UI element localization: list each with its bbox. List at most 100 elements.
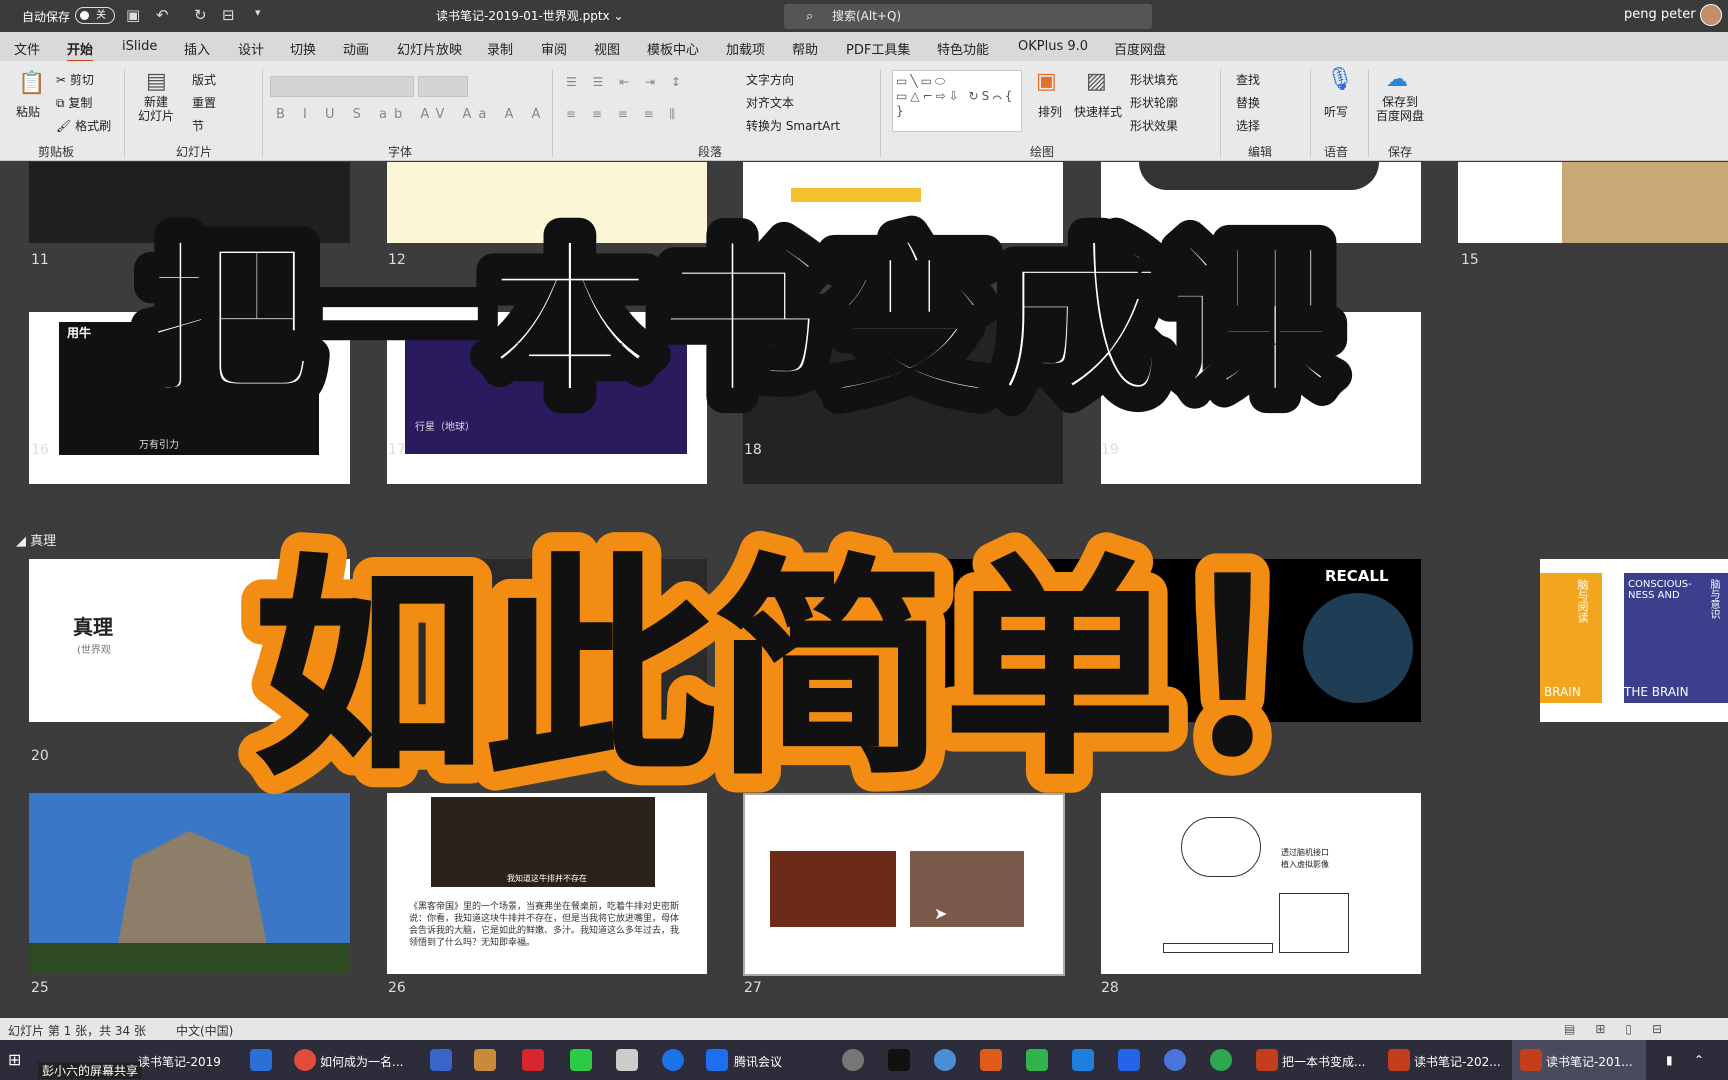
ribbon: 📋 粘贴 ✂ 剪切 ⧉ 复制 🖌 格式刷 剪贴板 ▤ 新建 幻灯片 版式 重置 … <box>0 61 1728 161</box>
shape-outline-button[interactable]: 形状轮廓 <box>1130 94 1178 111</box>
align-buttons[interactable]: ≡ ≡ ≡ ≡ ⫼ <box>566 107 681 122</box>
capcut-icon[interactable] <box>888 1049 910 1071</box>
redo-icon[interactable]: ↻ <box>194 6 207 24</box>
chrome-icon[interactable] <box>294 1049 316 1071</box>
search-box[interactable]: ⌕ 搜索(Alt+Q) <box>784 4 1152 29</box>
search-icon: ⌕ <box>806 9 814 24</box>
paste-button[interactable]: 粘贴 <box>16 103 40 120</box>
save-baidu-button[interactable]: 保存到 百度网盘 <box>1376 95 1424 123</box>
search-placeholder: 搜索(Alt+Q) <box>832 9 902 23</box>
tray-chevron-icon[interactable]: ⌃ <box>1694 1053 1704 1067</box>
present-icon[interactable]: ⊟ <box>222 6 235 24</box>
view-buttons[interactable]: ▤⊞▯⊟ <box>1564 1022 1682 1036</box>
taskbar-item[interactable]: 读书笔记-202... <box>1414 1053 1501 1070</box>
vscode-icon[interactable] <box>250 1049 272 1071</box>
tab-features[interactable]: 特色功能 <box>937 39 989 58</box>
tab-review[interactable]: 审阅 <box>541 39 567 58</box>
shape-fill-button[interactable]: 形状填充 <box>1130 71 1178 88</box>
tab-transitions[interactable]: 切换 <box>290 39 316 58</box>
powerpoint-icon[interactable] <box>1388 1049 1410 1071</box>
app-icon[interactable] <box>1164 1049 1186 1071</box>
tab-record[interactable]: 录制 <box>487 39 513 58</box>
app-icon[interactable] <box>934 1049 956 1071</box>
undo-icon[interactable]: ↶ <box>156 6 169 24</box>
quick-style-button[interactable]: 快速样式 <box>1074 103 1122 120</box>
copy-button[interactable]: ⧉ 复制 <box>56 94 92 111</box>
powerpoint-icon[interactable] <box>1256 1049 1278 1071</box>
replace-button[interactable]: 替换 <box>1236 94 1260 111</box>
tab-okplus[interactable]: OKPlus 9.0 <box>1018 39 1088 54</box>
tab-home[interactable]: 开始 <box>67 39 94 63</box>
section-button[interactable]: 节 <box>192 117 204 134</box>
new-slide-button[interactable]: 新建 幻灯片 <box>138 95 174 123</box>
tab-slideshow[interactable]: 幻灯片放映 <box>397 39 462 58</box>
tab-help[interactable]: 帮助 <box>792 39 818 58</box>
app-icon[interactable] <box>1072 1049 1094 1071</box>
app-icon[interactable] <box>842 1049 864 1071</box>
app-icon[interactable] <box>980 1049 1002 1071</box>
shape-effect-button[interactable]: 形状效果 <box>1130 117 1178 134</box>
select-button[interactable]: 选择 <box>1236 117 1260 134</box>
layout-button[interactable]: 版式 <box>192 71 216 88</box>
autosave-toggle[interactable]: 关 <box>75 7 115 24</box>
dictate-button[interactable]: 听写 <box>1324 103 1348 120</box>
smartart-button[interactable]: 转换为 SmartArt <box>746 117 840 134</box>
paste-icon[interactable]: 📋 <box>18 71 45 96</box>
taskbar-item[interactable]: 读书笔记-201... <box>1546 1053 1633 1070</box>
app-icon[interactable] <box>616 1049 638 1071</box>
tab-animations[interactable]: 动画 <box>343 39 369 58</box>
font-format-buttons[interactable]: B I U S ab AV Aa A A <box>276 107 547 122</box>
group-drawing: 绘图 <box>1030 145 1055 159</box>
powerpoint-icon[interactable] <box>1520 1049 1542 1071</box>
windows-start-icon[interactable]: ⊞ <box>8 1050 21 1069</box>
taskbar-item[interactable]: 如何成为一名... <box>320 1053 403 1070</box>
taskbar-item[interactable]: 腾讯会议 <box>734 1053 782 1070</box>
app-icon[interactable] <box>1210 1049 1232 1071</box>
app-icon[interactable] <box>1026 1049 1048 1071</box>
document-title[interactable]: 读书笔记-2019-01-世界观.pptx ⌄ <box>436 7 624 24</box>
format-painter-button[interactable]: 🖌 格式刷 <box>56 117 111 134</box>
user-name[interactable]: peng peter <box>1624 7 1696 22</box>
avatar[interactable] <box>1700 4 1722 26</box>
tab-baidu[interactable]: 百度网盘 <box>1114 39 1166 58</box>
font-size-field[interactable] <box>418 76 468 97</box>
tab-pdf[interactable]: PDF工具集 <box>846 39 910 58</box>
group-clipboard: 剪贴板 <box>38 145 75 159</box>
scissors-icon: ✂ <box>56 73 70 87</box>
text-direction-button[interactable]: 文字方向 <box>746 71 794 88</box>
app-icon[interactable] <box>662 1049 684 1071</box>
youdao-icon[interactable] <box>522 1049 544 1071</box>
taskbar-item[interactable]: 把一本书变成... <box>1282 1053 1365 1070</box>
quick-style-icon: ▨ <box>1086 69 1107 94</box>
language-indicator[interactable]: 中文(中国) <box>176 1022 233 1039</box>
reset-button[interactable]: 重置 <box>192 94 216 111</box>
group-slides: 幻灯片 <box>176 145 213 159</box>
tab-islide[interactable]: iSlide <box>122 39 157 54</box>
new-slide-icon: ▤ <box>146 69 167 94</box>
battery-icon[interactable]: ▮ <box>1666 1053 1673 1067</box>
todo-icon[interactable] <box>430 1049 452 1071</box>
font-name-field[interactable] <box>270 76 414 97</box>
screen-share-label: 彭小六的屏幕共享 <box>38 1062 143 1079</box>
align-text-button[interactable]: 对齐文本 <box>746 94 794 111</box>
customize-icon[interactable]: ▾ <box>255 6 261 19</box>
cut-button[interactable]: ✂ 剪切 <box>56 71 94 88</box>
taskbar-item[interactable]: 读书笔记-2019 <box>138 1053 221 1070</box>
tab-design[interactable]: 设计 <box>238 39 264 58</box>
tencent-meeting-icon[interactable] <box>706 1049 728 1071</box>
shapes-gallery[interactable]: ▭╲▭⬭ ▭△⌐⇨⇩ ↻S⌒{ } <box>892 70 1022 132</box>
mouse-cursor-icon: ➤ <box>934 904 948 923</box>
title-bar: 自动保存 关 ▣ ↶ ↻ ⊟ ▾ 读书笔记-2019-01-世界观.pptx ⌄… <box>0 0 1728 32</box>
wechat-icon[interactable] <box>570 1049 592 1071</box>
app-icon[interactable] <box>1118 1049 1140 1071</box>
list-buttons[interactable]: ☰ ☰ ⇤ ⇥ ↕ <box>566 75 687 89</box>
books-icon[interactable] <box>474 1049 496 1071</box>
tab-file[interactable]: 文件 <box>14 39 40 58</box>
arrange-button[interactable]: 排列 <box>1038 103 1062 120</box>
tab-view[interactable]: 视图 <box>594 39 620 58</box>
save-icon[interactable]: ▣ <box>126 6 140 24</box>
tab-addins[interactable]: 加载项 <box>726 39 765 58</box>
tab-template[interactable]: 模板中心 <box>647 39 699 58</box>
find-button[interactable]: 查找 <box>1236 71 1260 88</box>
tab-insert[interactable]: 插入 <box>184 39 210 58</box>
